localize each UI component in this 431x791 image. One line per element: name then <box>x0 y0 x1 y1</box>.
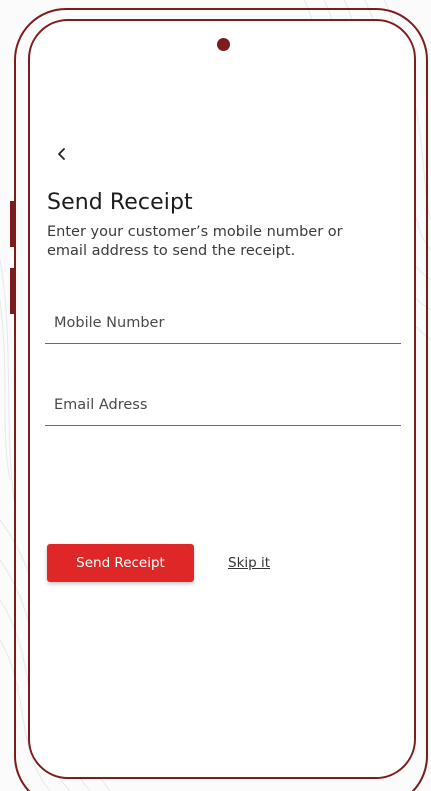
send-receipt-button[interactable]: Send Receipt <box>47 544 194 582</box>
email-address-field <box>45 387 401 426</box>
back-button[interactable] <box>54 143 70 165</box>
chevron-left-icon <box>58 148 65 160</box>
page-title: Send Receipt <box>47 190 193 215</box>
mobile-number-field <box>45 305 401 344</box>
camera-icon <box>217 38 230 51</box>
page: Send Receipt Enter your customer’s mobil… <box>0 0 431 791</box>
email-address-input[interactable] <box>54 393 384 417</box>
mobile-number-input[interactable] <box>54 311 384 335</box>
page-subtitle: Enter your customer’s mobile number or e… <box>47 224 343 259</box>
skip-link[interactable]: Skip it <box>228 555 270 571</box>
